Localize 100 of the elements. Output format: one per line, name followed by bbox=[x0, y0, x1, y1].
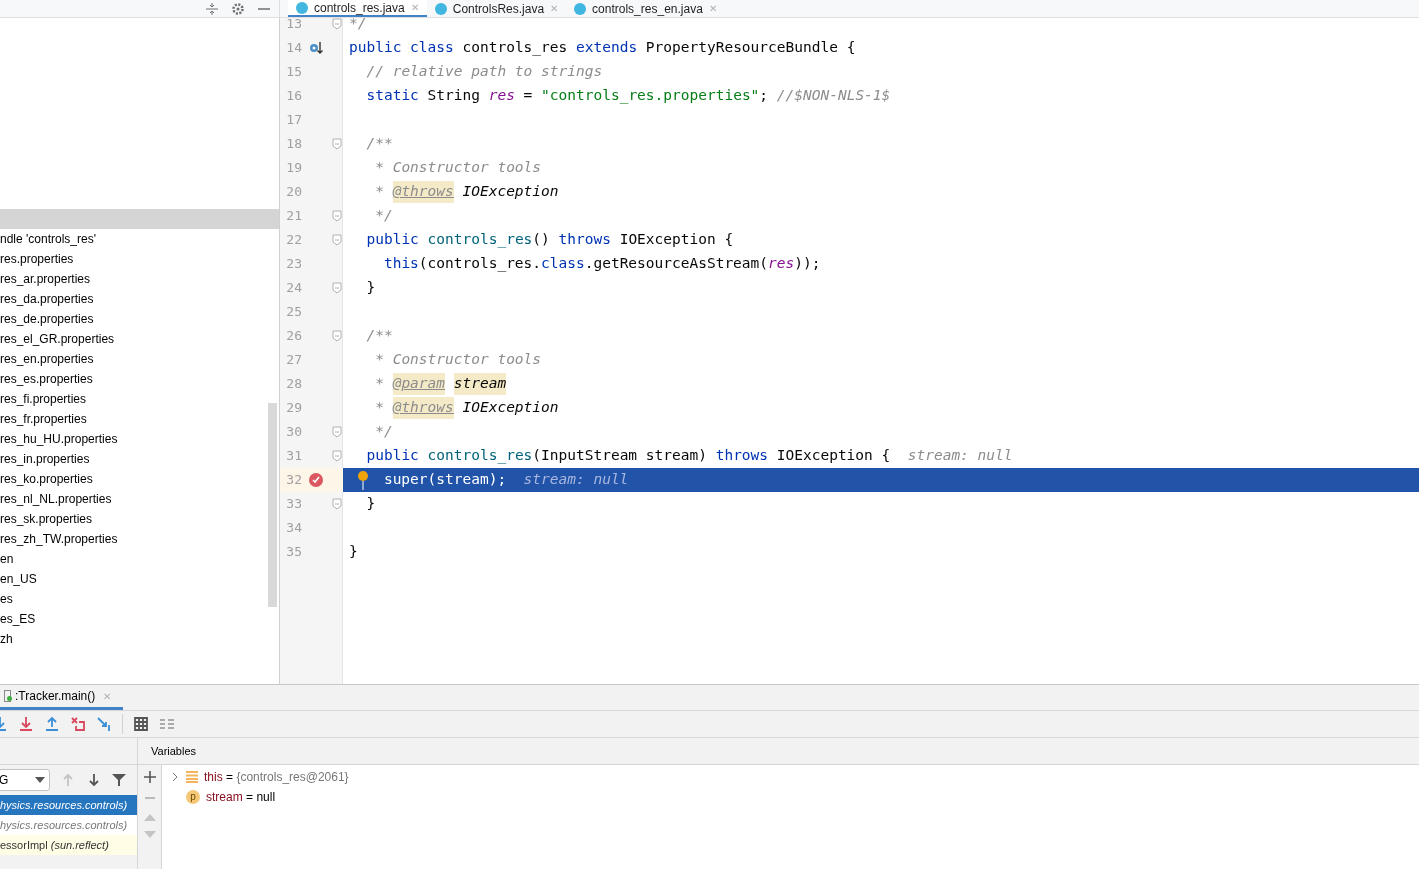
code-token: } bbox=[365, 278, 376, 298]
code-token: () bbox=[532, 230, 551, 250]
inline-value-hint: stream: null bbox=[523, 470, 629, 490]
code-comment: //$NON-NLS-1$ bbox=[776, 86, 891, 106]
line-number: 18 bbox=[285, 135, 302, 154]
lightbulb-icon[interactable] bbox=[357, 470, 369, 490]
tree-item[interactable]: res_sk.properties bbox=[0, 509, 279, 529]
fold-marker-icon[interactable] bbox=[331, 498, 342, 510]
line-number: 32 bbox=[285, 471, 302, 490]
code-token: ; bbox=[759, 86, 770, 106]
filter-icon[interactable] bbox=[112, 773, 126, 787]
variable-entry[interactable]: this = {controls_res@2061} bbox=[204, 769, 349, 785]
code-token: extends bbox=[576, 38, 639, 58]
tree-item[interactable]: res_ko.properties bbox=[0, 469, 279, 489]
tree-item[interactable]: res_fi.properties bbox=[0, 389, 279, 409]
code-token: super(stream); bbox=[383, 470, 508, 490]
table-icon[interactable] bbox=[133, 716, 149, 732]
code-comment: /** bbox=[365, 134, 393, 154]
scrollbar-thumb[interactable] bbox=[268, 403, 277, 607]
tree-item[interactable]: ndle 'controls_res' bbox=[0, 229, 279, 249]
tree-item[interactable]: res_en.properties bbox=[0, 349, 279, 369]
settings-icon[interactable] bbox=[231, 1, 245, 16]
run-to-cursor-icon[interactable] bbox=[96, 716, 112, 732]
tree-item[interactable]: res_nl_NL.properties bbox=[0, 489, 279, 509]
line-number: 30 bbox=[285, 423, 302, 442]
step-into-icon[interactable] bbox=[18, 716, 34, 732]
tab-label: controls_res_en.java bbox=[592, 0, 703, 18]
fold-marker-icon[interactable] bbox=[331, 450, 342, 462]
stack-frame[interactable]: hysics.resources.controls) bbox=[0, 815, 137, 835]
code-token: throws bbox=[558, 230, 612, 250]
tree-item[interactable]: en_US bbox=[0, 569, 279, 589]
code-comment: /** bbox=[365, 326, 393, 346]
tree-item[interactable]: res_de.properties bbox=[0, 309, 279, 329]
tree-item[interactable]: res_zh_TW.properties bbox=[0, 529, 279, 549]
tree-item[interactable]: es_ES bbox=[0, 609, 279, 629]
tree-item[interactable]: zh bbox=[0, 629, 279, 649]
variables-title: Variables bbox=[151, 743, 197, 759]
step-out-icon[interactable] bbox=[44, 716, 60, 732]
fold-marker-icon[interactable] bbox=[331, 138, 342, 150]
tree-item[interactable]: res_da.properties bbox=[0, 289, 279, 309]
stack-frame[interactable]: essorImpl (sun.reflect) bbox=[0, 835, 137, 855]
code-comment: */ bbox=[374, 206, 393, 226]
code-token: PropertyResourceBundle { bbox=[645, 38, 856, 58]
line-number: 22 bbox=[285, 231, 302, 250]
code-token: .getResourceAsStream( bbox=[584, 254, 769, 274]
code-comment: IOException bbox=[462, 182, 559, 202]
tree-item[interactable]: res_ar.properties bbox=[0, 269, 279, 289]
fold-marker-icon[interactable] bbox=[331, 426, 342, 438]
fold-marker-icon[interactable] bbox=[331, 18, 342, 30]
editor-tab[interactable]: controls_res_en.java ✕ bbox=[566, 0, 725, 17]
class-file-icon bbox=[296, 1, 308, 14]
expand-chevron-icon[interactable] bbox=[171, 772, 179, 782]
fold-marker-icon[interactable] bbox=[331, 282, 342, 294]
line-number: 29 bbox=[285, 399, 302, 418]
breakpoint-icon[interactable] bbox=[308, 472, 324, 488]
line-number: 34 bbox=[285, 519, 302, 538]
debug-session-tab[interactable]: :Tracker.main() ✕ bbox=[0, 685, 124, 710]
line-number: 27 bbox=[285, 351, 302, 370]
override-method-icon[interactable] bbox=[308, 40, 324, 56]
arrow-down-icon[interactable] bbox=[86, 772, 102, 788]
variable-entry[interactable]: stream = null bbox=[206, 789, 276, 805]
run-config-icon bbox=[4, 690, 11, 702]
code-token: (controls_res. bbox=[418, 254, 542, 274]
tree-item[interactable]: res_hu_HU.properties bbox=[0, 429, 279, 449]
code-comment: * Constructor tools bbox=[374, 158, 542, 178]
code-comment: * bbox=[374, 398, 385, 418]
fold-marker-icon[interactable] bbox=[331, 330, 342, 342]
code-comment: * bbox=[374, 374, 385, 394]
tree-item[interactable]: res_fr.properties bbox=[0, 409, 279, 429]
list-icon[interactable] bbox=[159, 716, 175, 732]
collapse-icon[interactable] bbox=[205, 1, 219, 16]
tree-item[interactable]: es bbox=[0, 589, 279, 609]
stack-frame[interactable]: hysics.resources.controls) bbox=[0, 795, 137, 815]
code-token: controls_res bbox=[462, 38, 569, 58]
line-number: 24 bbox=[285, 279, 302, 298]
code-comment: stream bbox=[453, 373, 507, 395]
editor-tab[interactable]: ControlsRes.java ✕ bbox=[426, 0, 567, 17]
tree-item[interactable]: res_el_GR.properties bbox=[0, 329, 279, 349]
line-number: 15 bbox=[285, 63, 302, 82]
code-token: } bbox=[349, 542, 358, 562]
arrow-up-icon[interactable] bbox=[143, 812, 156, 821]
thread-dropdown[interactable]: G bbox=[0, 769, 50, 791]
code-comment: IOException bbox=[462, 398, 559, 418]
tree-item[interactable]: res_in.properties bbox=[0, 449, 279, 469]
drop-frame-icon[interactable] bbox=[70, 716, 86, 732]
tree-item[interactable]: en bbox=[0, 549, 279, 569]
tree-item[interactable]: res.properties bbox=[0, 249, 279, 269]
code-token: static bbox=[365, 86, 420, 106]
tree-item[interactable]: res_es.properties bbox=[0, 369, 279, 389]
tab-label: :Tracker.main() bbox=[15, 688, 96, 705]
code-token: controls_res bbox=[427, 230, 533, 250]
code-token: (InputStream stream) bbox=[532, 446, 708, 466]
line-number: 25 bbox=[285, 303, 302, 322]
line-number: 16 bbox=[285, 87, 302, 106]
fold-marker-icon[interactable] bbox=[331, 234, 342, 246]
line-number: 23 bbox=[285, 255, 302, 274]
code-token: public bbox=[365, 230, 420, 250]
fold-marker-icon[interactable] bbox=[331, 210, 342, 222]
add-icon[interactable] bbox=[143, 771, 156, 783]
line-number: 19 bbox=[285, 159, 302, 178]
